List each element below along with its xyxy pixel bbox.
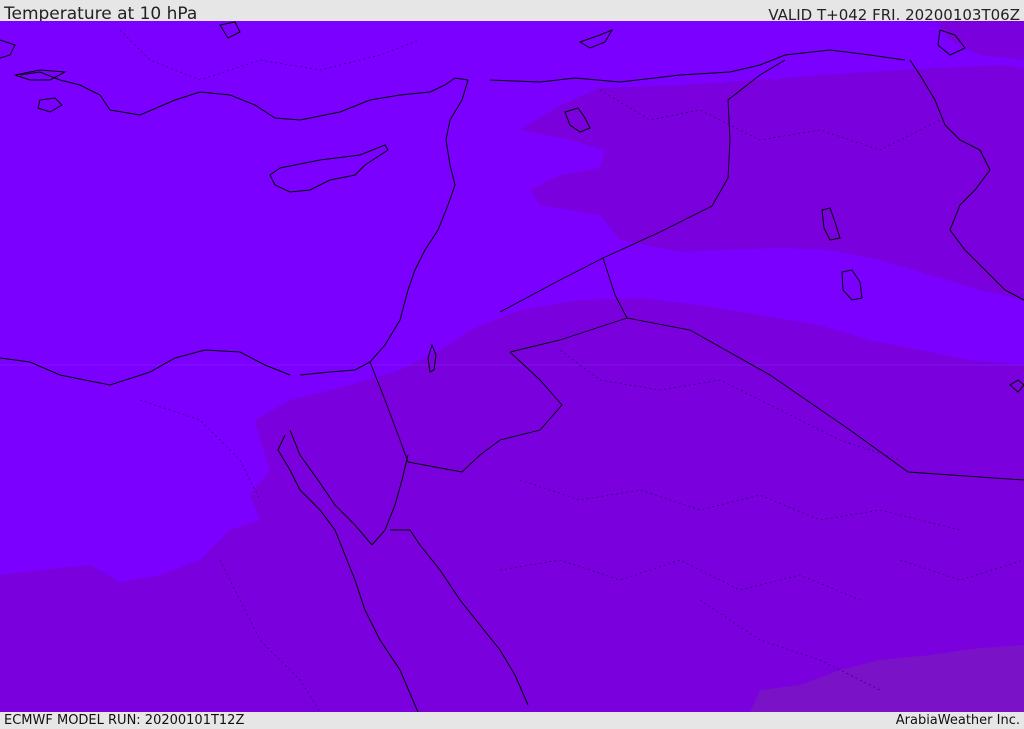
model-run-label: ECMWF MODEL RUN: 20200101T12Z [4, 713, 245, 728]
map-header: Temperature at 10 hPa VALID T+042 FRI. 2… [0, 0, 1024, 24]
temperature-map [0, 21, 1024, 712]
map-footer: ECMWF MODEL RUN: 20200101T12Z ArabiaWeat… [0, 712, 1024, 729]
credit-label: ArabiaWeather Inc. [895, 713, 1020, 728]
